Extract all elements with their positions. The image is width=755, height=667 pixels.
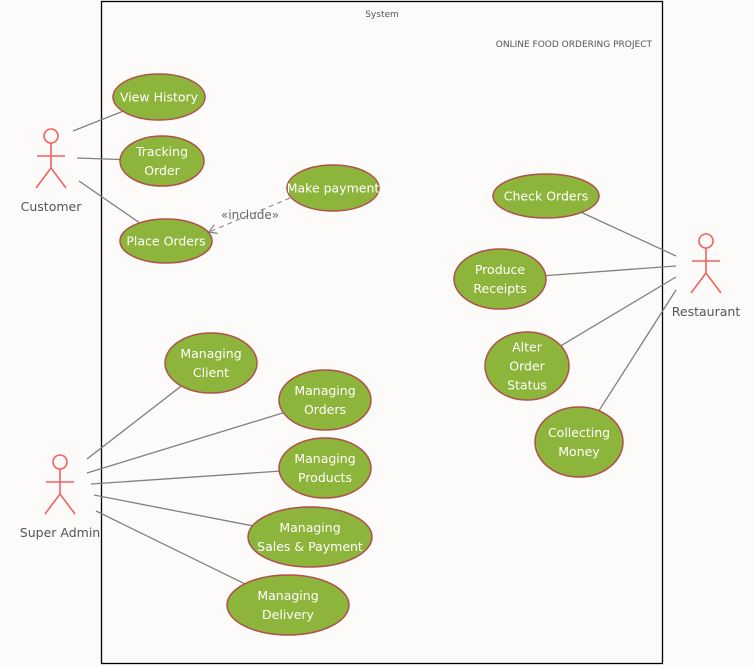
stick-figure-icon: [690, 233, 722, 294]
use-case-label: Collecting: [548, 425, 610, 440]
use-case-label: Make payment: [287, 181, 380, 196]
actor-customer[interactable]: Customer: [21, 128, 83, 214]
use-case-label: Order: [144, 163, 180, 178]
use-case-make-payment[interactable]: Make payment: [286, 164, 380, 212]
use-case-label: Money: [558, 444, 600, 459]
use-case-managing-sales-payment[interactable]: Managing Sales & Payment: [247, 506, 373, 568]
actor-head: [52, 454, 68, 470]
use-case-ellipse[interactable]: [226, 574, 350, 636]
use-case-label: Order: [509, 359, 545, 374]
use-case-ellipse[interactable]: [534, 406, 624, 478]
actor-head: [43, 128, 59, 144]
use-case-label: Products: [298, 470, 352, 485]
actor-right-leg: [705, 272, 722, 294]
project-title: ONLINE FOOD ORDERING PROJECT: [496, 40, 653, 50]
use-case-label: Check Orders: [504, 189, 588, 204]
use-case-ellipse[interactable]: [278, 369, 372, 431]
use-case-produce-receipts[interactable]: Produce Receipts: [453, 248, 547, 310]
use-case-place-orders[interactable]: Place Orders: [119, 218, 213, 264]
use-case-managing-client[interactable]: Managing Client: [164, 332, 258, 394]
actor-right-leg: [59, 493, 76, 515]
use-case-ellipse[interactable]: [164, 332, 258, 394]
use-case-label: Status: [507, 378, 547, 393]
use-case-label: Delivery: [262, 607, 314, 622]
actor-left-leg: [44, 493, 61, 515]
stick-figure-icon: [35, 128, 67, 189]
use-case-collecting-money[interactable]: Collecting Money: [534, 406, 624, 478]
stick-figure-icon: [44, 454, 76, 515]
actor-left-leg: [690, 272, 707, 294]
use-case-label: Managing: [294, 451, 355, 466]
use-case-label: Place Orders: [126, 234, 205, 249]
actor-right-leg: [50, 167, 67, 189]
actor-label: Super Admin: [20, 525, 100, 540]
include-label: «include»: [221, 208, 279, 222]
use-case-diagram: System ONLINE FOOD ORDERING PROJECT «inc…: [20, 0, 741, 665]
use-case-label: Managing: [279, 520, 340, 535]
use-case-label: Client: [193, 365, 229, 380]
use-case-label: Managing: [257, 588, 318, 603]
use-case-label: Alter: [512, 340, 543, 355]
actor-restaurant[interactable]: Restaurant: [672, 233, 741, 319]
actor-left-leg: [35, 167, 52, 189]
use-case-managing-orders[interactable]: Managing Orders: [278, 369, 372, 431]
use-case-tracking-order[interactable]: Tracking Order: [119, 135, 205, 187]
system-label: System: [365, 10, 399, 20]
use-case-label: Sales & Payment: [257, 539, 363, 554]
use-case-check-orders[interactable]: Check Orders: [492, 173, 600, 219]
use-case-label: Orders: [304, 402, 346, 417]
use-case-label: Tracking: [135, 144, 188, 159]
use-case-managing-products[interactable]: Managing Products: [278, 437, 372, 499]
use-case-ellipse[interactable]: [278, 437, 372, 499]
use-case-label: Produce: [475, 262, 526, 277]
use-case-label: Managing: [294, 383, 355, 398]
use-case-label: Receipts: [473, 281, 526, 296]
use-case-ellipse[interactable]: [453, 248, 547, 310]
actor-head: [698, 233, 714, 249]
use-case-view-history[interactable]: View History: [112, 73, 206, 121]
use-case-managing-delivery[interactable]: Managing Delivery: [226, 574, 350, 636]
actor-super-admin[interactable]: Super Admin: [20, 454, 100, 540]
use-case-label: View History: [120, 90, 199, 105]
actor-label: Restaurant: [672, 304, 741, 319]
use-case-ellipse[interactable]: [247, 506, 373, 568]
use-case-alter-order-status[interactable]: Alter Order Status: [484, 331, 570, 401]
actor-label: Customer: [21, 199, 83, 214]
use-case-label: Managing: [180, 346, 241, 361]
